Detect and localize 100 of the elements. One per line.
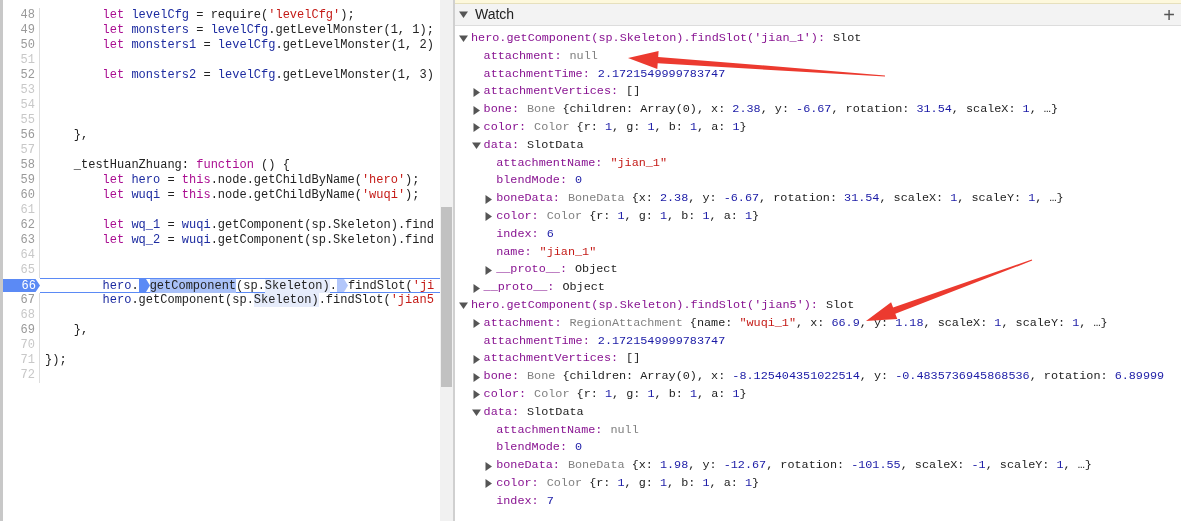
code-text: let wuqi = this.node.getChildByName('wuqi'); [101,188,420,203]
triangle-right-icon[interactable] [471,372,481,382]
property-value: BoneData {x: 1.98, y: -12.67, rotation: -101.55, scaleX: -1, scaleY: 1, …} [567,457,1092,475]
property-name: __proto__: [483,279,555,297]
property-name: attachmentName: [496,154,603,172]
code-text: let hero = this.node.getChildByName('hero'); [101,173,420,188]
property-value: Object [575,261,618,279]
property-name: attachment: [483,314,562,332]
triangle-right-icon[interactable] [471,390,481,400]
line-number: 63 [3,233,40,248]
property-value: Color {r: 1, g: 1, b: 1, a: 1} [534,119,747,136]
triangle-down-icon[interactable] [459,10,468,19]
property-name: index: [496,492,539,510]
property-value: [] [626,83,641,101]
line-number: 59 [3,173,40,188]
property-value: BoneData {x: 2.38, y: -6.67, rotation: 31.54, scaleX: 1, scaleY: 1, …} [567,190,1064,208]
property-value: SlotData [527,403,584,421]
property-value: Color {r: 1, g: 1, b: 1, a: 1} [546,207,760,225]
property-name: attachmentTime: [483,65,590,83]
triangle-right-icon[interactable] [471,354,481,364]
triangle-right-icon[interactable] [471,123,481,133]
property-name: blendMode: [496,439,567,457]
triangle-right-icon[interactable] [484,479,494,489]
line-number: 52 [3,68,40,83]
triangle-right-icon[interactable] [471,87,481,97]
code-text: }, [72,323,89,338]
code-text: getComponent(sp.Skeleton). [149,279,337,292]
panel-title[interactable]: Watch [475,4,1162,25]
triangle-right-icon[interactable] [471,283,481,293]
triangle-down-icon[interactable] [471,141,481,151]
property-value: SlotData [527,136,584,154]
property-name: __proto__: [496,261,567,279]
triangle-right-icon[interactable] [484,212,494,222]
property-value: 0 [575,172,583,190]
property-name: attachmentVertices: [483,350,619,368]
triangle-down-icon[interactable] [459,301,468,311]
triangle-right-icon[interactable] [484,461,494,471]
code-text: let wq_2 = wuqi.getComponent(sp.Skeleton).find [101,233,434,248]
property-name: index: [496,225,539,243]
property-name: attachmentName: [496,421,603,439]
triangle-right-icon[interactable] [471,319,481,329]
property-value: 0 [575,439,583,457]
property-value: Object [562,279,605,297]
property-name: attachment: [483,47,562,65]
triangle-down-icon[interactable] [471,408,481,418]
watch-expression[interactable]: hero.getComponent(sp.Skeleton).findSlot('jian5'): [471,296,818,315]
property-name: attachmentTime: [483,332,590,350]
property-name: color: [496,474,539,492]
line-number: 50 [3,38,40,53]
line-number: 66 [3,279,40,292]
line-number: 49 [3,23,40,38]
property-name: bone: [483,368,519,386]
triangle-down-icon[interactable] [459,34,468,44]
triangle-right-icon[interactable] [484,194,494,204]
add-expression-button[interactable]: + [1161,4,1177,25]
property-name: blendMode: [496,172,567,190]
property-name: color: [496,207,539,225]
property-value: 7 [546,492,554,510]
code-text: hero. [101,279,139,292]
property-value: Color {r: 1, g: 1, b: 1, a: 1} [546,474,760,492]
property-value: null [610,421,639,439]
line-number: 48 [3,8,40,23]
property-name: color: [483,385,527,403]
property-value: "jian_1" [539,243,597,261]
triangle-right-icon[interactable] [471,105,481,115]
line-number: 62 [3,218,40,233]
breakpoint-marker-icon[interactable] [336,279,348,292]
code-text: _testHuanZhuang: function () { [72,158,290,173]
property-value: Slot [832,30,862,47]
property-value: RegionAttachment {name: "wuqi_1", x: 66.9, y: 1.18, scaleX: 1, scaleY: 1, …} [569,314,1108,332]
property-value: "jian_1" [610,154,668,172]
code-text: hero.getComponent(sp.Skeleton).findSlot('jian5 [101,293,434,308]
property-value: Bone {children: Array(0), x: 2.38, y: -6.67, rotation: 31.54, scaleX: 1, …} [527,101,1059,119]
property-value: Slot [825,296,855,314]
line-number: 67 [3,293,40,308]
property-name: boneData: [496,190,560,208]
code-text: let levelCfg = require('levelCfg'); [101,8,355,23]
scrollbar-thumb[interactable] [441,207,452,387]
code-text: let monsters = levelCfg.getLevelMonster(1, 1); [101,23,434,38]
property-name: data: [483,403,519,421]
triangle-right-icon[interactable] [484,265,494,275]
property-value: null [569,47,598,65]
property-value: [] [626,350,641,368]
code-text: }, [72,128,89,143]
line-number: 58 [3,158,40,173]
code-text: let monsters1 = levelCfg.getLevelMonster(1, 2) [101,38,434,53]
line-number: 56 [3,128,40,143]
property-value: Color {r: 1, g: 1, b: 1, a: 1} [534,385,747,403]
line-number: 69 [3,323,40,338]
property-name: color: [483,119,527,136]
property-name: attachmentVertices: [483,83,619,101]
property-value: 2.1721549999783747 [597,332,726,350]
property-name: boneData: [496,457,560,475]
code-text: let wq_1 = wuqi.getComponent(sp.Skeleton).find [101,218,434,233]
watch-expression[interactable]: hero.getComponent(sp.Skeleton).findSlot('jian_1'): [471,30,825,48]
property-name: bone: [483,101,519,119]
code-text: }); [44,353,67,368]
property-name: name: [496,243,532,261]
code-text: findSlot('ji [347,279,435,292]
property-value: 2.1721549999783747 [597,65,726,83]
